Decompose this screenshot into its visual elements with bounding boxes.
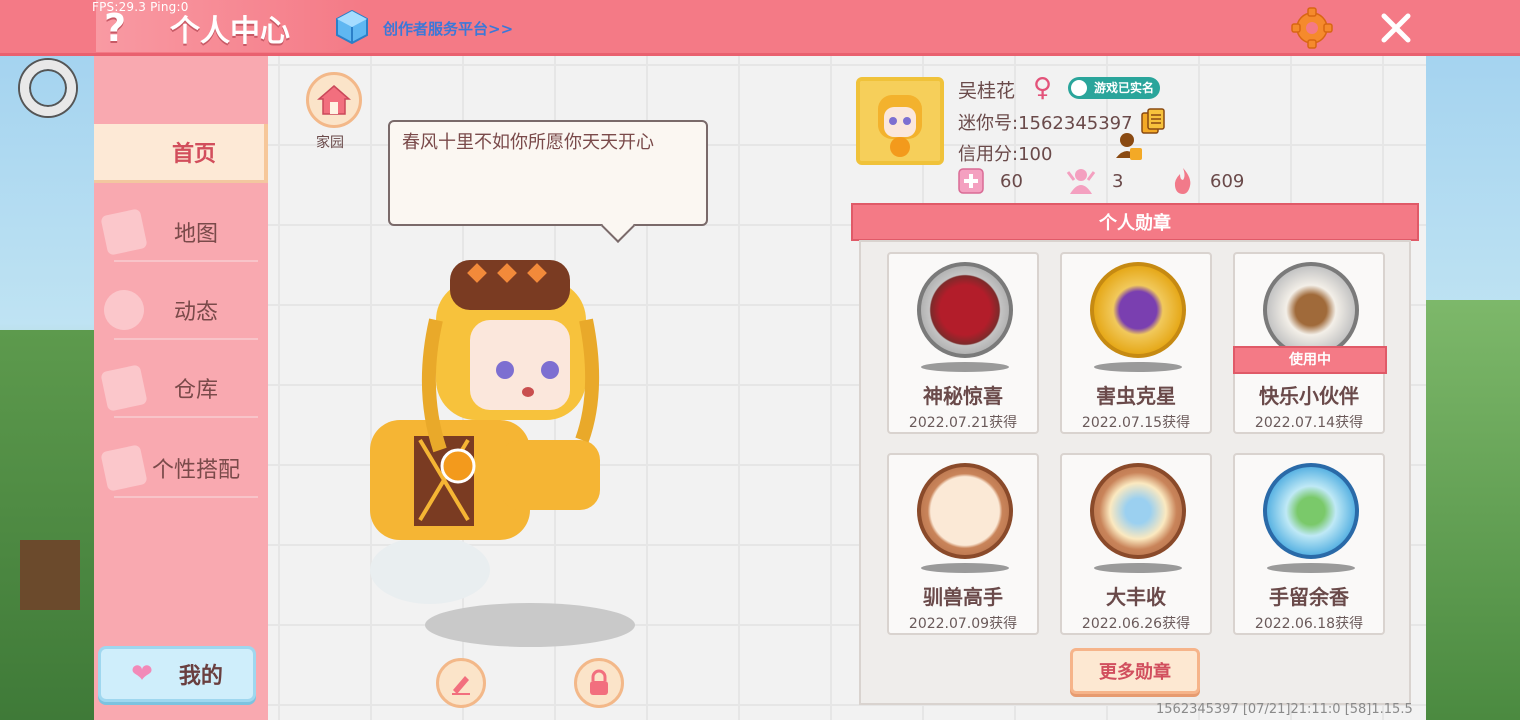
verified-badge-label: 游戏已实名 xyxy=(1094,81,1155,95)
divider xyxy=(114,416,258,418)
medal-card[interactable]: 神秘惊喜 2022.07.21获得 xyxy=(887,252,1039,434)
my-button[interactable]: ❤ 我的 xyxy=(98,646,256,702)
medal-shadow xyxy=(1267,563,1355,573)
person-icon xyxy=(1071,80,1087,96)
medal-name: 手留余香 xyxy=(1269,585,1349,609)
stat-value: 609 xyxy=(1210,171,1245,192)
tamer-medal-icon xyxy=(917,463,1013,559)
medal-card[interactable]: 大丰收 2022.06.26获得 xyxy=(1060,453,1212,635)
signature-bubble[interactable]: 春风十里不如你所愿你天天开心 xyxy=(388,120,708,226)
medal-name: 害虫克星 xyxy=(1096,384,1176,408)
creator-platform-link[interactable]: 创作者服务平台>> xyxy=(383,18,513,39)
my-button-label: 我的 xyxy=(178,664,223,689)
record-ring-icon[interactable] xyxy=(20,60,76,116)
page-title: 个人中心 xyxy=(170,14,290,49)
sidebar: 首页 地图 动态 仓库 个性搭配 ❤ 我的 xyxy=(94,56,268,720)
medal-card[interactable]: 使用中 快乐小伙伴 2022.07.14获得 xyxy=(1233,252,1387,434)
medal-card[interactable]: 害虫克星 2022.07.15获得 xyxy=(1060,252,1212,434)
medal-date: 2022.07.14获得 xyxy=(1254,415,1364,431)
lock-button[interactable] xyxy=(574,658,624,708)
home-button[interactable] xyxy=(306,72,362,128)
sidebar-item-map[interactable]: 地图 xyxy=(94,204,268,262)
medal-shadow xyxy=(921,362,1009,372)
warehouse-icon xyxy=(100,364,148,412)
stat-value: 60 xyxy=(1000,171,1023,192)
signature-text: 春风十里不如你所愿你天天开心 xyxy=(402,132,654,153)
medals-header: 个人勋章 xyxy=(851,203,1419,241)
medal-shadow xyxy=(921,563,1009,573)
medal-date: 2022.06.26获得 xyxy=(1081,616,1191,632)
fans-icon xyxy=(1066,169,1096,194)
bug-medal-icon xyxy=(1090,262,1186,358)
help-icon[interactable]: ? xyxy=(104,6,126,50)
divider xyxy=(114,260,258,262)
flame-icon xyxy=(1174,168,1191,194)
bell-icon xyxy=(100,286,148,334)
sidebar-item-label: 地图 xyxy=(173,222,218,247)
medal-shadow xyxy=(1094,362,1182,372)
in-use-badge: 使用中 xyxy=(1233,346,1387,374)
profile-avatar[interactable] xyxy=(856,77,944,165)
harvest-medal-icon xyxy=(1090,463,1186,559)
medal-date: 2022.07.15获得 xyxy=(1081,415,1191,431)
plus-card-icon xyxy=(958,168,984,194)
stat-value: 3 xyxy=(1112,171,1124,192)
map-icon xyxy=(100,208,148,256)
gift-medal-icon xyxy=(917,262,1013,358)
lock-icon xyxy=(590,669,608,695)
medal-name: 神秘惊喜 xyxy=(923,384,1003,408)
background-hill-left xyxy=(0,330,100,720)
sidebar-item-outfit[interactable]: 个性搭配 xyxy=(94,440,268,498)
edit-button[interactable] xyxy=(436,658,486,708)
medal-date: 2022.07.09获得 xyxy=(908,616,1018,632)
friends-medal-icon xyxy=(1263,262,1359,358)
divider xyxy=(114,338,258,340)
more-medals-button[interactable]: 更多勋章 xyxy=(1070,648,1200,694)
background-block xyxy=(20,540,80,610)
avatar-portrait xyxy=(860,81,940,161)
username: 吴桂花 xyxy=(958,80,1016,102)
footer-info: 1562345397 [07/21]21:11:0 [58]1.15.5 xyxy=(1156,702,1413,717)
medals-panel: 神秘惊喜 2022.07.21获得 害虫克星 2022.07.15获得 使用中 … xyxy=(859,240,1411,705)
medal-name: 驯兽高手 xyxy=(923,585,1003,609)
medal-name: 大丰收 xyxy=(1106,585,1166,609)
sidebar-item-feed[interactable]: 动态 xyxy=(94,282,268,340)
sidebar-item-label: 仓库 xyxy=(173,378,218,403)
divider xyxy=(114,496,258,498)
cube-icon[interactable] xyxy=(336,10,368,44)
credit-score: 信用分:100 xyxy=(958,144,1053,165)
medal-card[interactable]: 驯兽高手 2022.07.09获得 xyxy=(887,453,1039,635)
close-icon[interactable] xyxy=(1374,6,1418,50)
house-icon xyxy=(317,85,351,115)
female-gender-icon: ♀ xyxy=(1033,73,1053,103)
sidebar-item-label: 动态 xyxy=(173,300,218,325)
character-avatar[interactable] xyxy=(350,240,650,650)
medal-name: 快乐小伙伴 xyxy=(1259,384,1359,408)
medal-date: 2022.06.18获得 xyxy=(1254,616,1364,632)
fragrance-medal-icon xyxy=(1263,463,1359,559)
verified-badge: 游戏已实名 xyxy=(1068,77,1161,99)
sidebar-item-label: 个性搭配 xyxy=(151,458,240,483)
mini-id: 迷你号:1562345397 xyxy=(958,113,1133,134)
background-hill-right xyxy=(1420,300,1520,720)
sidebar-item-label: 首页 xyxy=(171,142,216,167)
credit-user-icon[interactable] xyxy=(1114,130,1144,162)
home-label: 家园 xyxy=(316,135,344,151)
gear-icon[interactable] xyxy=(1290,6,1334,50)
pencil-icon xyxy=(452,676,470,695)
medal-shadow xyxy=(1094,563,1182,573)
sidebar-item-home[interactable]: 首页 xyxy=(94,124,268,180)
heart-icon: ❤ xyxy=(131,659,153,689)
medal-card[interactable]: 手留余香 2022.06.18获得 xyxy=(1233,453,1385,635)
sidebar-item-warehouse[interactable]: 仓库 xyxy=(94,360,268,418)
medal-date: 2022.07.21获得 xyxy=(908,415,1018,431)
